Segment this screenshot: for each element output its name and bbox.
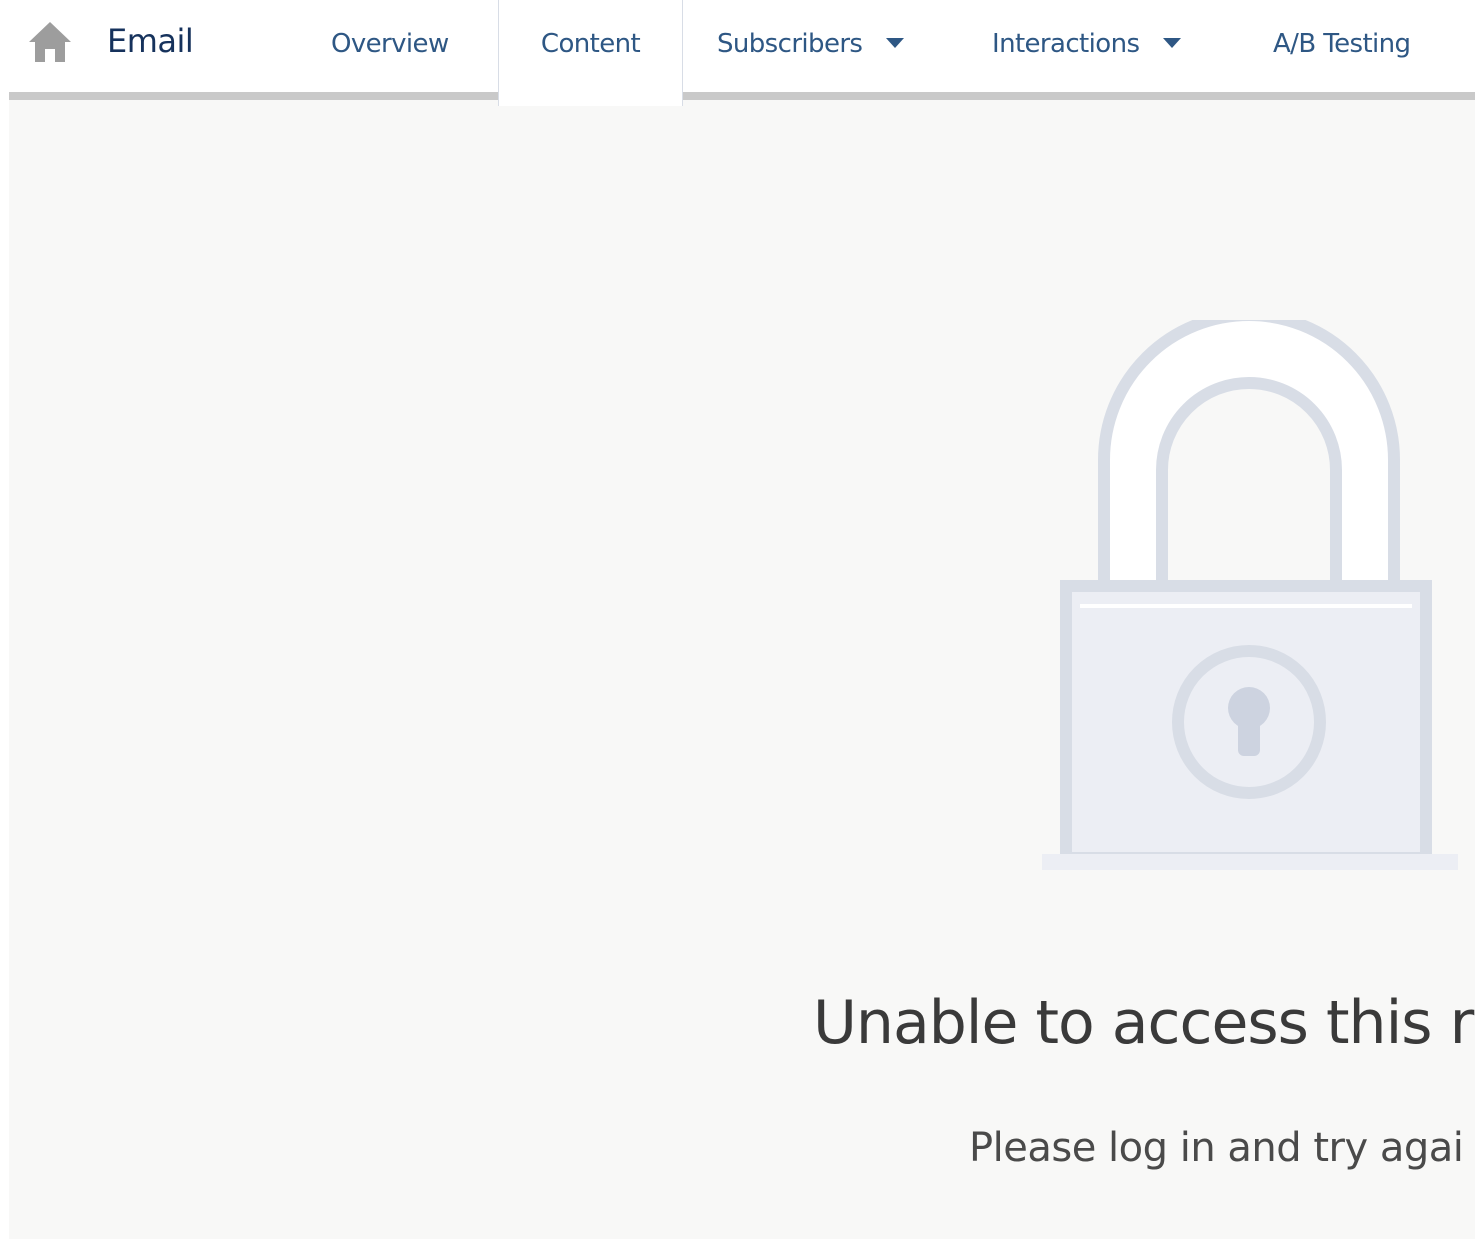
tab-overview[interactable]: Overview [331,0,449,92]
top-navigation-bar: Email Overview Content Subscribers Inter… [9,0,1475,106]
chevron-down-icon [886,37,905,48]
home-icon[interactable] [27,20,73,64]
lock-icon [1024,309,1464,880]
tab-content[interactable]: Content [498,0,683,106]
error-title: Unable to access this re [813,988,1475,1058]
app-frame: Email Overview Content Subscribers Inter… [9,0,1475,1239]
chevron-down-icon [1163,37,1182,48]
tab-label: Content [540,29,641,59]
tab-label: Interactions [992,29,1140,59]
app-name: Email [107,22,194,60]
tab-label: A/B Testing [1273,29,1411,59]
error-message: Please log in and try agai [969,1125,1464,1171]
tab-interactions[interactable]: Interactions [992,0,1182,92]
tab-bar-divider [9,92,498,100]
tab-subscribers[interactable]: Subscribers [717,0,905,92]
tab-ab-testing[interactable]: A/B Testing [1273,0,1411,92]
tab-bar-divider [683,92,1475,100]
tab-label: Subscribers [717,29,863,59]
tab-label: Overview [331,29,449,59]
